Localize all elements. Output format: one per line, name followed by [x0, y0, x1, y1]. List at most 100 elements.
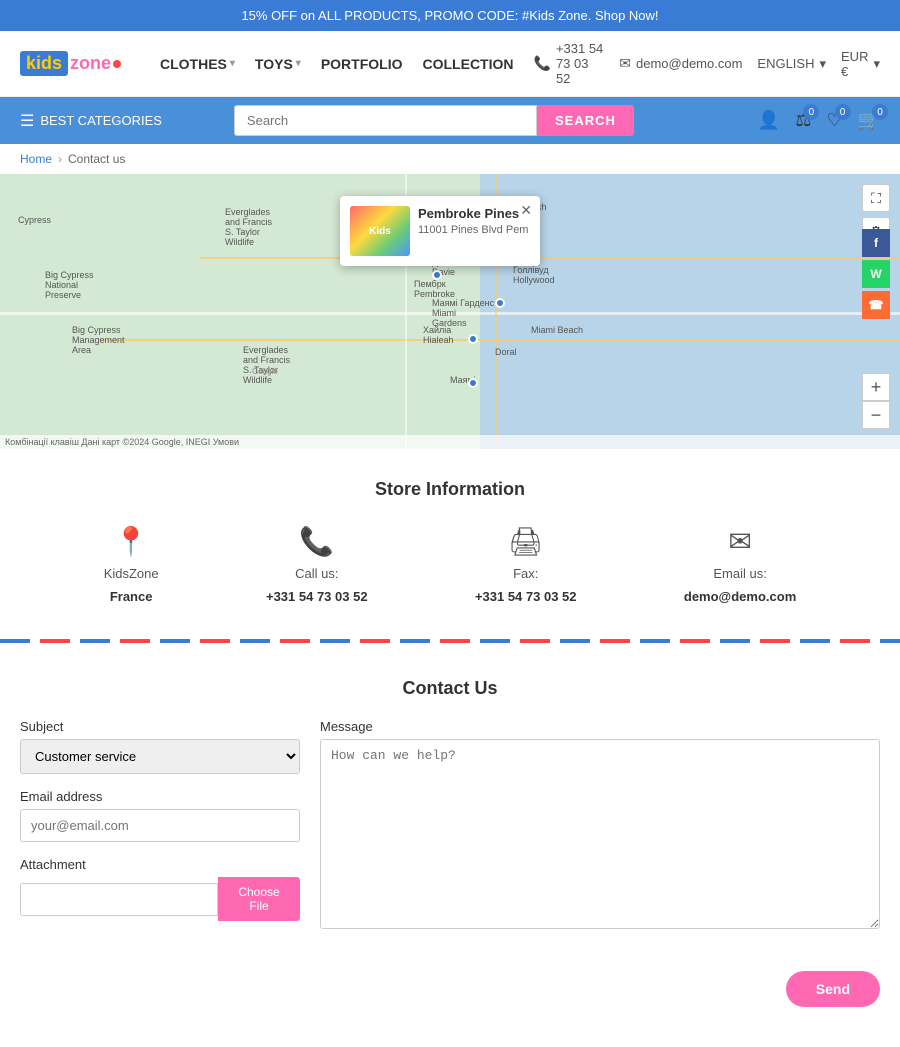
popup-close-button[interactable]: ✕ [520, 202, 532, 219]
user-icon: 👤 [758, 110, 780, 130]
nav-collection[interactable]: COLLECTION [423, 56, 514, 72]
logo-zone: zone [70, 53, 111, 74]
map-label: Маямі ГарденсMiamiGardens [432, 298, 494, 328]
attachment-label: Attachment [20, 857, 300, 872]
map-label: ГоллівудHollywood [513, 265, 555, 285]
wishlist-badge: 0 [835, 104, 851, 120]
attachment-row: Choose File [20, 877, 300, 921]
store-info-grid: 📍 KidsZone France 📞 Call us: +331 54 73 … [20, 525, 880, 604]
breadcrumb-home[interactable]: Home [20, 152, 52, 166]
map-label: Big CypressManagementArea [72, 325, 125, 355]
map-popup: ✕ Kids Pembroke Pines 11001 Pines Blvd P… [340, 196, 540, 266]
message-group: Message [320, 719, 880, 951]
whatsapp-button[interactable]: W [862, 260, 890, 288]
popup-content: Kids Pembroke Pines 11001 Pines Blvd Pem [350, 206, 530, 256]
chevron-down-icon: ▾ [873, 56, 880, 72]
map-background: Cypress Big CypressNationalPreserve Big … [0, 174, 900, 449]
currency-selector[interactable]: EUR € ▾ [841, 49, 880, 79]
map-label: Evergladesand FrancisS. TaylorWildlife [225, 207, 272, 247]
cart-icon-wrap[interactable]: 🛒 0 [858, 110, 880, 131]
map-pin[interactable] [468, 378, 478, 388]
search-button[interactable]: SEARCH [537, 105, 634, 136]
fullscreen-button[interactable]: ⛶ [862, 184, 890, 212]
contact-section: Contact Us Subject Customer serviceOrder… [0, 658, 900, 1047]
map-pin[interactable] [495, 298, 505, 308]
email-group: Email address [20, 789, 300, 842]
breadcrumb-current: Contact us [68, 152, 125, 166]
chevron-down-icon: ▾ [819, 56, 826, 72]
store-information-section: Store Information 📍 KidsZone France 📞 Ca… [0, 449, 900, 624]
cart-badge: 0 [872, 104, 888, 120]
location-icon: 📍 [114, 525, 149, 558]
phone-social-button[interactable]: ☎ [862, 291, 890, 319]
logo[interactable]: kids zone [20, 51, 140, 76]
map-zoom-controls: + − [862, 373, 890, 429]
store-phone: 📞 Call us: +331 54 73 03 52 [266, 525, 368, 604]
breadcrumb: Home › Contact us [0, 144, 900, 174]
map-label: Big CypressNationalPreserve [45, 270, 94, 300]
logo-kids: kids [20, 51, 68, 76]
map-pin[interactable] [468, 334, 478, 344]
compare-badge: 0 [803, 104, 819, 120]
map-label: Cypress [18, 215, 51, 225]
top-banner: 15% OFF on ALL PRODUCTS, PROMO CODE: #Ki… [0, 0, 900, 31]
map-road [200, 257, 900, 259]
compare-icon-wrap[interactable]: ⚖ 0 [795, 110, 811, 131]
header: kids zone CLOTHES ▾ TOYS ▾ PORTFOLIO COL… [0, 31, 900, 97]
choose-file-button[interactable]: Choose File [218, 877, 300, 921]
google-logo: Google [252, 367, 278, 376]
map-label: Miami Beach [531, 325, 583, 335]
nav-clothes[interactable]: CLOTHES ▾ [160, 56, 235, 72]
header-right: 📞 +331 54 73 03 52 ✉ demo@demo.com ENGLI… [534, 41, 881, 86]
email-input[interactable] [20, 809, 300, 842]
envelope-icon: ✉ [728, 525, 751, 558]
subject-select[interactable]: Customer serviceOrder issueReturnsOther [20, 739, 300, 774]
main-nav: CLOTHES ▾ TOYS ▾ PORTFOLIO COLLECTION [160, 56, 514, 72]
zoom-in-button[interactable]: + [862, 373, 890, 401]
store-address: 📍 KidsZone France [104, 525, 159, 604]
send-button[interactable]: Send [786, 971, 880, 1007]
facebook-button[interactable]: f [862, 229, 890, 257]
message-label: Message [320, 719, 880, 734]
hamburger-icon: ☰ [20, 111, 34, 131]
wishlist-icon-wrap[interactable]: ♡ 0 [826, 110, 842, 131]
attachment-group: Attachment Choose File [20, 857, 300, 921]
store-email: ✉ Email us: demo@demo.com [684, 525, 796, 604]
email-icon: ✉ [619, 55, 631, 72]
map-footer: Комбінації клавіш Дані карт ©2024 Google… [0, 435, 900, 449]
nav-toys[interactable]: TOYS ▾ [255, 56, 301, 72]
nav-portfolio[interactable]: PORTFOLIO [321, 56, 403, 72]
map-container[interactable]: Cypress Big CypressNationalPreserve Big … [0, 174, 900, 449]
map-label: ХайліаHialeah [423, 325, 454, 345]
fax-icon: 🖨 [508, 525, 544, 558]
contact-title: Contact Us [20, 678, 880, 699]
header-email: ✉ demo@demo.com [619, 55, 742, 72]
store-fax: 🖨 Fax: +331 54 73 03 52 [475, 525, 577, 604]
search-input[interactable] [234, 105, 537, 136]
map-label: Evergladesand FrancisS. TaylorWildlife [243, 345, 290, 385]
message-textarea[interactable] [320, 739, 880, 929]
send-button-row: Send [20, 971, 880, 1007]
attachment-input[interactable] [20, 883, 218, 916]
map-label: Doral [495, 347, 517, 357]
zoom-out-button[interactable]: − [862, 401, 890, 429]
contact-form: Subject Customer serviceOrder issueRetur… [20, 719, 880, 1007]
map-label: ПембркPembroke [414, 279, 455, 299]
subject-group: Subject Customer serviceOrder issueRetur… [20, 719, 300, 774]
account-icon[interactable]: 👤 [758, 110, 780, 131]
chevron-down-icon: ▾ [230, 58, 235, 69]
breadcrumb-separator: › [58, 152, 62, 166]
search-bar: SEARCH [234, 105, 634, 136]
popup-store-image: Kids [350, 206, 410, 256]
language-selector[interactable]: ENGLISH ▾ [757, 56, 826, 72]
logo-dot [113, 60, 121, 68]
email-label: Email address [20, 789, 300, 804]
best-categories-button[interactable]: ☰ BEST CATEGORIES [20, 111, 162, 131]
divider-line [0, 639, 900, 643]
map-social-buttons: f W ☎ [862, 229, 890, 319]
subject-label: Subject [20, 719, 300, 734]
popup-text: Pembroke Pines 11001 Pines Blvd Pem [418, 206, 528, 236]
chevron-down-icon: ▾ [296, 58, 301, 69]
map-road [100, 339, 900, 341]
header-icons: 👤 ⚖ 0 ♡ 0 🛒 0 [758, 110, 880, 131]
